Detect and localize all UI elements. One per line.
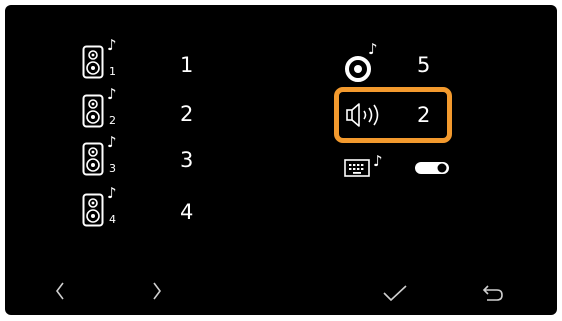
toggle-icon[interactable] — [414, 161, 450, 175]
zone-number: 4 — [109, 213, 116, 226]
zone-number: 3 — [109, 162, 116, 175]
volume-icon — [346, 103, 379, 127]
music-note-icon: ♪ — [373, 152, 383, 170]
speaker-icon — [82, 94, 104, 128]
ringtone-value: 5 — [417, 53, 431, 77]
music-note-icon: ♪ — [107, 85, 117, 103]
chevron-left-icon — [56, 282, 64, 300]
speaker-icon — [82, 45, 104, 79]
zone-number: 2 — [109, 114, 116, 127]
music-note-icon: ♪ — [368, 40, 378, 58]
keypad-icon — [344, 159, 370, 177]
return-icon — [482, 285, 503, 301]
zone-number: 1 — [109, 65, 116, 78]
music-note-icon: ♪ — [107, 133, 117, 151]
prev-button[interactable] — [53, 280, 67, 302]
chevron-right-icon — [153, 282, 161, 300]
speaker-icon — [82, 193, 104, 227]
music-note-icon: ♪ — [107, 184, 117, 202]
disc-icon — [345, 56, 371, 82]
next-button[interactable] — [150, 280, 164, 302]
zone-value: 4 — [180, 200, 194, 224]
zone-value: 2 — [180, 102, 194, 126]
confirm-button[interactable] — [382, 284, 408, 302]
zone-value: 1 — [180, 53, 194, 77]
screen: ♪ 1 1 ♪ 2 2 ♪ 3 3 ♪ 4 4 ♪ 5 2 ♪ — [5, 5, 557, 315]
music-note-icon: ♪ — [107, 36, 117, 54]
checkmark-icon — [383, 285, 407, 302]
volume-value: 2 — [417, 103, 431, 127]
zone-value: 3 — [180, 148, 194, 172]
back-button[interactable] — [481, 283, 505, 303]
speaker-icon — [82, 142, 104, 176]
